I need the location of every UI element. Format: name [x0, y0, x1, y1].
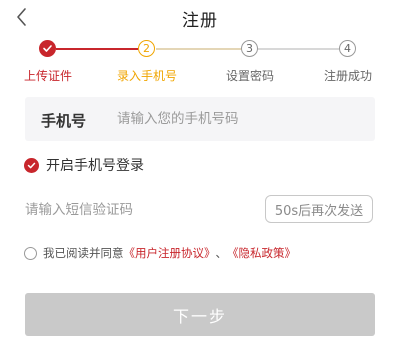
sms-code-input[interactable]: [25, 200, 255, 220]
agreement-separator: 、: [215, 246, 228, 260]
step-3-number: 3: [246, 42, 253, 55]
phone-login-label: 开启手机号登录: [46, 158, 144, 174]
step-1-circle: [39, 40, 56, 57]
step-2-label: 录入手机号: [116, 69, 178, 83]
agreement-prefix: 我已阅读并同意: [43, 246, 124, 260]
step-2-number: 2: [143, 42, 150, 55]
phone-label: 手机号: [41, 112, 87, 130]
step-connector-1: [56, 48, 138, 50]
phone-field-row: 手机号: [25, 97, 375, 141]
step-4-circle: 4: [339, 40, 356, 57]
step-connector-3: [258, 48, 339, 50]
step-4-label: 注册成功: [323, 69, 373, 83]
checked-icon: [24, 157, 39, 173]
sms-code-row: 50s后再次发送: [25, 193, 375, 225]
registration-stepper: 上传证件 2 录入手机号 3 设置密码 4 注册成功: [0, 40, 400, 90]
check-icon: [43, 45, 52, 52]
agreement-row: 我已阅读并同意 《用户注册协议》 、 《隐私政策》: [24, 244, 296, 262]
nav-bar: 注册: [0, 0, 400, 38]
phone-login-toggle[interactable]: 开启手机号登录: [24, 155, 144, 175]
register-page: 注册 上传证件 2 录入手机号 3 设置密码 4 注册成功 手机号 请输入您的手…: [0, 0, 400, 351]
resend-code-button[interactable]: 50s后再次发送: [265, 195, 373, 223]
step-1-label: 上传证件: [23, 69, 73, 83]
agreement-checkbox[interactable]: [24, 246, 37, 260]
privacy-policy-link[interactable]: 《隐私政策》: [227, 245, 296, 261]
step-3-label: 设置密码: [225, 69, 275, 83]
step-2-circle: 2: [138, 40, 155, 57]
step-3-circle: 3: [241, 40, 258, 57]
step-4-number: 4: [344, 42, 351, 55]
step-connector-2: [156, 48, 241, 50]
next-step-button[interactable]: 下一步: [25, 293, 375, 336]
user-agreement-link[interactable]: 《用户注册协议》: [124, 245, 216, 261]
page-title: 注册: [182, 11, 218, 31]
phone-input[interactable]: [117, 109, 357, 129]
